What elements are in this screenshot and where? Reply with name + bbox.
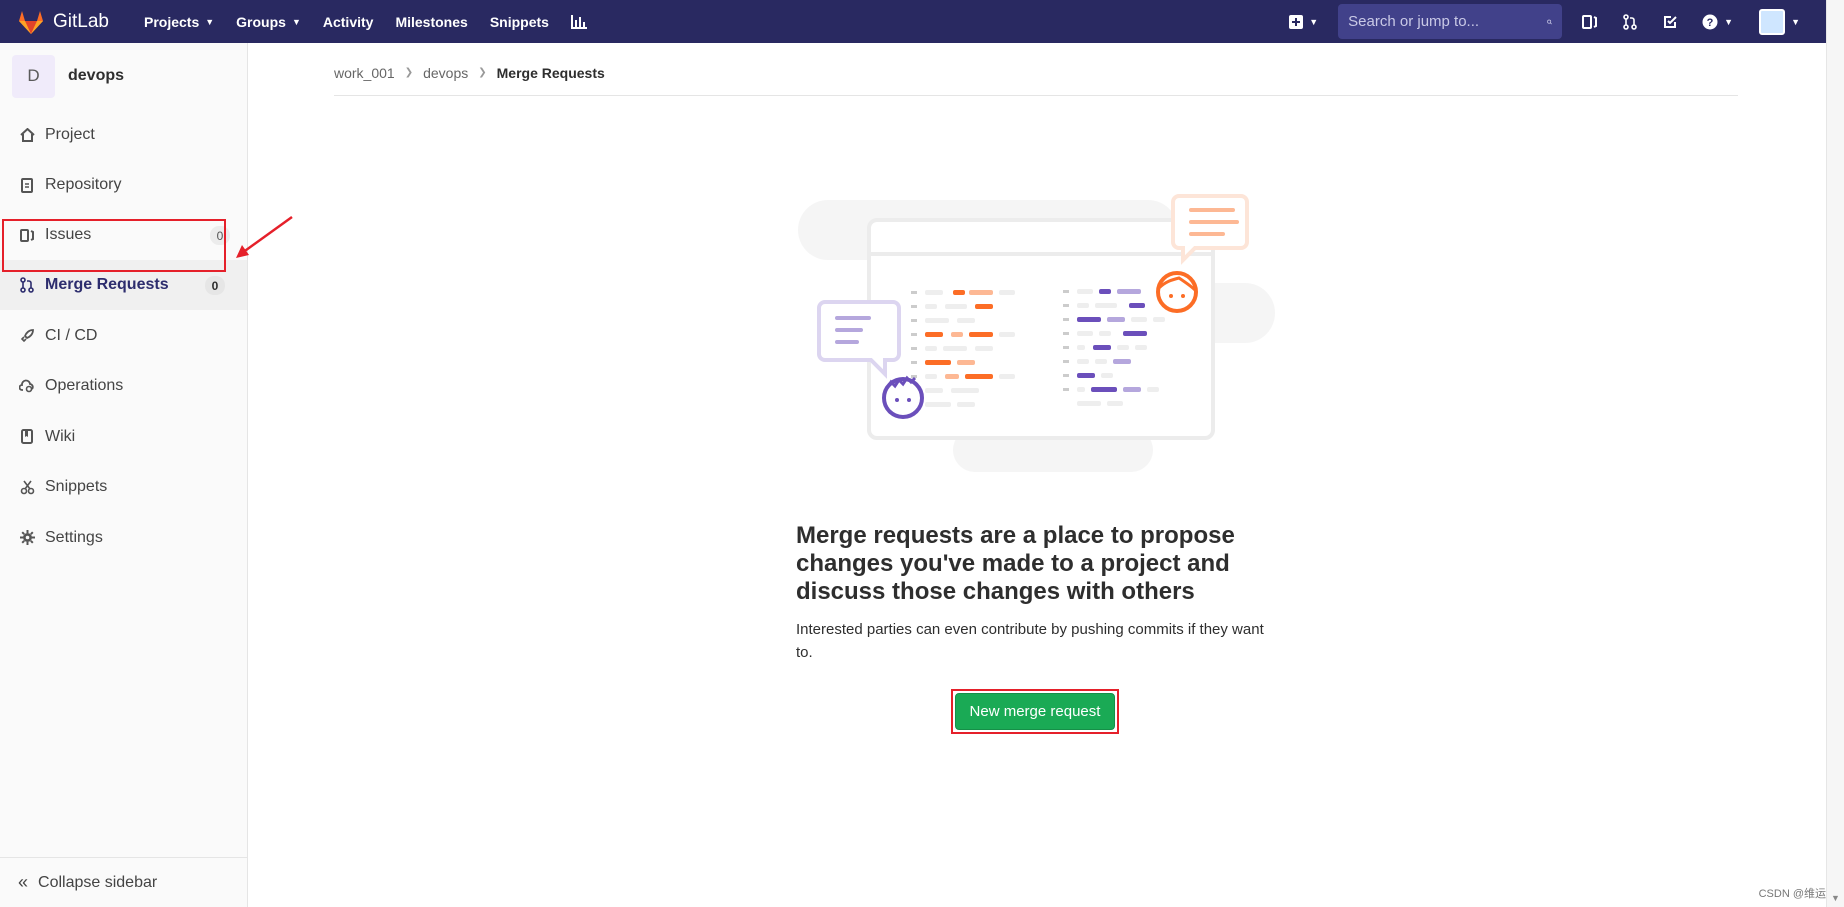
search-icon xyxy=(1547,19,1553,24)
chevron-down-icon: ▼ xyxy=(1791,16,1800,27)
sidebar-item-label: Snippets xyxy=(45,478,108,495)
merge-request-icon xyxy=(18,277,36,293)
empty-state-title: Merge requests are a place to propose ch… xyxy=(796,522,1235,605)
search-box[interactable] xyxy=(1338,4,1563,39)
sidebar-item-label: Issues xyxy=(45,226,92,243)
new-merge-request-button[interactable]: New merge request xyxy=(955,693,1115,730)
nav-milestones[interactable]: Milestones xyxy=(395,14,467,30)
todo-check-icon[interactable] xyxy=(1662,14,1678,30)
plus-square-icon[interactable]: ▼ xyxy=(1289,14,1319,29)
sidebar-item-label: Repository xyxy=(45,176,122,193)
nav-snippets[interactable]: Snippets xyxy=(490,14,549,30)
sidebar-project-header[interactable]: D devops xyxy=(0,43,247,109)
project-sidebar: D devops Project Repository Issues 0 Mer… xyxy=(0,43,248,907)
sidebar-item-snippets[interactable]: Snippets xyxy=(0,462,247,512)
search-input[interactable] xyxy=(1348,13,1548,30)
sidebar-item-operations[interactable]: Operations xyxy=(0,361,247,411)
watermark-text: CSDN @维运 xyxy=(1758,888,1826,900)
chevron-right-icon: ❯ xyxy=(478,67,487,78)
scissors-icon xyxy=(18,480,36,495)
sidebar-item-wiki[interactable]: Wiki xyxy=(0,411,247,462)
scroll-down-arrow-icon[interactable]: ▼ xyxy=(1831,893,1840,903)
merge-requests-count-badge: 0 xyxy=(205,276,225,295)
doc-icon xyxy=(18,177,36,193)
chart-icon[interactable] xyxy=(570,14,587,29)
sidebar-item-label: Wiki xyxy=(45,427,76,445)
brand-name: GitLab xyxy=(53,10,109,32)
home-icon xyxy=(18,127,36,142)
breadcrumb: work_001 ❯ devops ❯ Merge Requests xyxy=(334,50,1738,96)
nav-projects[interactable]: Projects ▼ xyxy=(144,14,214,30)
help-icon[interactable]: ? ▼ xyxy=(1702,14,1733,30)
chevron-down-icon: ▼ xyxy=(1309,16,1319,27)
breadcrumb-current[interactable]: Merge Requests xyxy=(497,65,605,81)
nav-groups[interactable]: Groups ▼ xyxy=(236,14,301,30)
sidebar-item-label: Operations xyxy=(45,377,124,394)
collapse-sidebar-label: Collapse sidebar xyxy=(38,873,158,891)
breadcrumb-project[interactable]: devops xyxy=(423,65,468,81)
annotation-arrow-icon xyxy=(236,215,293,258)
sidebar-item-label: CI / CD xyxy=(45,326,98,344)
chevron-down-icon: ▼ xyxy=(291,16,301,27)
nav-activity[interactable]: Activity xyxy=(323,14,374,30)
sidebar-item-label: Project xyxy=(45,125,95,143)
sidebar-item-repository[interactable]: Repository xyxy=(0,160,247,210)
issues-icon xyxy=(18,228,36,243)
breadcrumb-group[interactable]: work_001 xyxy=(334,65,395,81)
page-scrollbar[interactable]: ▼ xyxy=(1826,0,1844,907)
cloud-gear-icon xyxy=(18,379,36,393)
book-icon xyxy=(18,429,36,444)
merge-requests-empty-illustration xyxy=(798,194,1275,472)
chevron-down-icon: ▼ xyxy=(205,16,215,27)
issues-nav-icon[interactable] xyxy=(1582,14,1598,30)
sidebar-item-project[interactable]: Project xyxy=(0,109,247,160)
double-chevron-left-icon: « xyxy=(18,872,29,892)
chevron-down-icon: ▼ xyxy=(1724,16,1734,27)
gear-icon xyxy=(18,530,36,545)
sidebar-item-label: Merge Requests xyxy=(45,276,169,293)
sidebar-item-issues[interactable]: Issues 0 xyxy=(0,210,247,260)
chevron-right-icon: ❯ xyxy=(404,67,414,78)
svg-text:?: ? xyxy=(1707,17,1714,29)
project-name: devops xyxy=(68,67,125,84)
user-avatar-menu[interactable]: ▼ xyxy=(1759,8,1800,35)
project-avatar: D xyxy=(12,54,55,98)
sidebar-item-label: Settings xyxy=(45,528,103,546)
annotation-highlight-box: New merge request xyxy=(951,689,1119,734)
issues-count-badge: 0 xyxy=(210,226,230,245)
gitlab-logo[interactable]: GitLab xyxy=(17,9,144,35)
merge-requests-nav-icon[interactable] xyxy=(1622,13,1638,30)
empty-state-description: Interested parties can even contribute b… xyxy=(796,621,1264,661)
avatar xyxy=(1759,8,1786,35)
sidebar-item-ci-cd[interactable]: CI / CD xyxy=(0,310,247,361)
top-navbar: GitLab Projects ▼ Groups ▼ Activity Milest… xyxy=(0,0,1826,43)
sidebar-item-settings[interactable]: Settings xyxy=(0,512,247,563)
sidebar-item-merge-requests[interactable]: Merge Requests 0 xyxy=(0,260,247,310)
rocket-icon xyxy=(18,328,36,343)
tanuki-icon xyxy=(19,10,43,34)
collapse-sidebar-button[interactable]: « Collapse sidebar xyxy=(0,857,248,907)
